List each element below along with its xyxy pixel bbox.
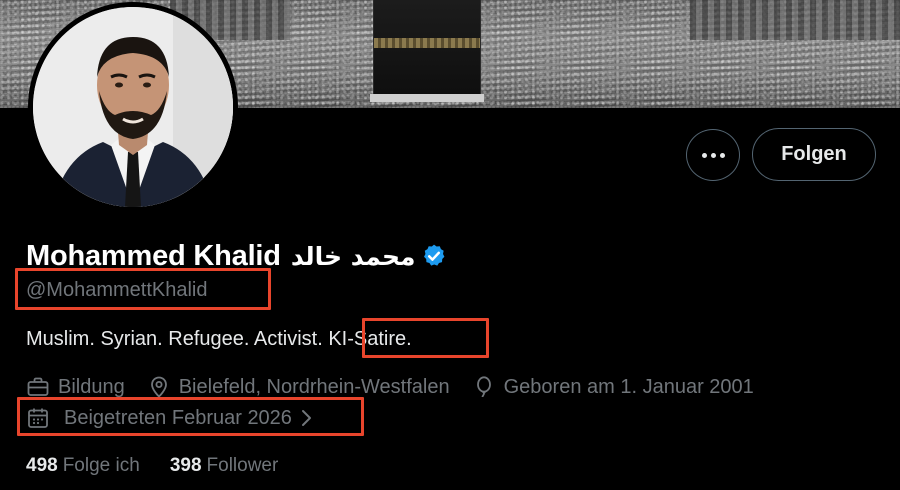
display-name: Mohammed Khalid: [26, 239, 281, 272]
verified-badge-icon[interactable]: [421, 243, 447, 269]
chevron-right-icon: [301, 410, 311, 426]
following-count: 498: [26, 455, 58, 476]
profession-text: Bildung: [58, 375, 125, 398]
followers-stat[interactable]: 398 Follower: [170, 455, 279, 477]
arabic-name: محمد خالد: [290, 241, 416, 271]
avatar-photo: [33, 7, 233, 207]
followers-count: 398: [169, 455, 202, 476]
profile-handle: @MohammettKhalid: [26, 279, 208, 301]
profile-page: Folgen Mohammed Khalid محمد خالد @Mohamm…: [0, 0, 900, 490]
more-options-button[interactable]: [686, 129, 740, 181]
followers-label: Follower: [206, 455, 279, 476]
meta-birthday: Geboren am 1. Januar 2001: [472, 375, 754, 399]
profile-meta-row: Bildung Bielefeld, Nordrhein-Westfalen G…: [26, 373, 754, 401]
follow-button[interactable]: Folgen: [752, 128, 876, 181]
avatar[interactable]: [28, 2, 238, 212]
meta-location: Bielefeld, Nordrhein-Westfalen: [147, 375, 450, 399]
meta-profession: Bildung: [26, 375, 125, 399]
briefcase-icon: [27, 377, 49, 396]
balloon-icon: [476, 376, 491, 398]
more-horizontal-icon: [701, 152, 725, 158]
joined-text: Beigetreten Februar 2026: [64, 406, 292, 429]
following-label: Folge ich: [62, 455, 140, 476]
profile-stats: 498 Folge ich 398 Follower: [26, 453, 308, 479]
meta-joined[interactable]: Beigetreten Februar 2026: [26, 403, 314, 433]
banner-kaaba: [370, 0, 484, 102]
calendar-icon: [28, 408, 48, 428]
following-stat[interactable]: 498 Folge ich: [26, 455, 140, 477]
birthday-text: Geboren am 1. Januar 2001: [503, 375, 754, 398]
profile-name-row: Mohammed Khalid محمد خالد: [26, 236, 447, 276]
kaaba-gold-band: [374, 38, 480, 48]
location-text: Bielefeld, Nordrhein-Westfalen: [178, 375, 450, 398]
kaaba-base: [370, 94, 484, 102]
profile-bio: Muslim. Syrian. Refugee. Activist. KI-Sa…: [26, 328, 412, 350]
location-pin-icon: [150, 376, 167, 398]
banner-arcade-right: [690, 0, 900, 40]
